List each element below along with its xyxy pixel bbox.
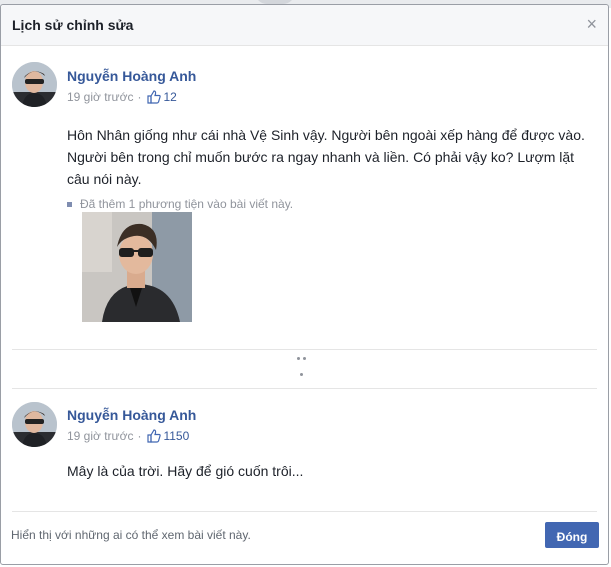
like-count[interactable]: 12 — [163, 90, 176, 104]
post-meta: 19 giờ trước · 1150 — [67, 429, 189, 443]
post-photo[interactable] — [82, 212, 192, 322]
post-text: Hôn Nhân giống như cái nhà Vệ Sinh vậy. … — [67, 127, 585, 187]
media-added-note: Đã thêm 1 phương tiện vào bài viết này. — [67, 197, 293, 211]
dialog-title: Lịch sử chỉnh sửa — [12, 17, 134, 33]
timestamp[interactable]: 19 giờ trước — [67, 429, 133, 443]
author-name[interactable]: Nguyễn Hoàng Anh — [67, 68, 196, 84]
avatar[interactable] — [12, 402, 57, 447]
divider — [12, 388, 597, 389]
media-note-text: Đã thêm 1 phương tiện vào bài viết này. — [80, 197, 294, 211]
divider — [12, 349, 597, 350]
dialog-header: Lịch sử chỉnh sửa × — [1, 5, 608, 46]
timestamp[interactable]: 19 giờ trước — [67, 90, 133, 104]
post-text: Mây là của trời. Hãy để gió cuốn trôi... — [67, 463, 304, 479]
close-button[interactable]: Đóng — [545, 522, 599, 548]
meta-separator: · — [137, 90, 142, 104]
avatar[interactable] — [12, 62, 57, 107]
like-icon — [147, 90, 162, 104]
like-icon — [147, 429, 162, 443]
meta-separator: · — [137, 429, 142, 443]
post-meta: 19 giờ trước · 12 — [67, 90, 177, 104]
close-icon[interactable]: × — [586, 15, 597, 33]
author-name[interactable]: Nguyễn Hoàng Anh — [67, 407, 196, 423]
like-count[interactable]: 1150 — [163, 429, 189, 443]
visibility-note: Hiển thị với những ai có thể xem bài viế… — [11, 528, 251, 542]
edit-history-dialog: Lịch sử chỉnh sửa × Nguyễn Hoàng Anh 19 … — [0, 4, 609, 565]
divider — [12, 511, 597, 512]
show-more-icon[interactable] — [297, 357, 307, 377]
bullet-icon — [67, 201, 72, 207]
